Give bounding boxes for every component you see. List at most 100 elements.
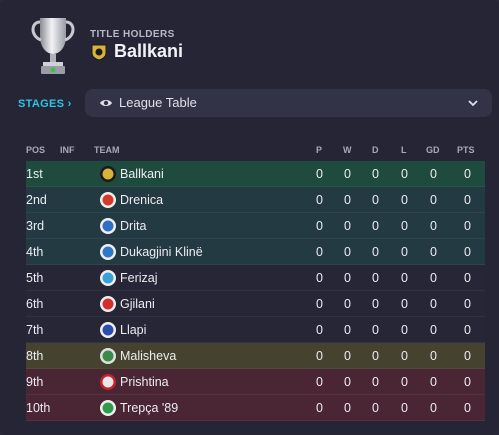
table-row[interactable]: 9th Prishtina 0 0 0 0 0 0 xyxy=(26,369,485,395)
team-badge-icon xyxy=(100,348,116,364)
team-badge-icon xyxy=(100,270,116,286)
cell-d: 0 xyxy=(372,375,379,389)
cell-p: 0 xyxy=(316,271,323,285)
team-name[interactable]: Llapi xyxy=(120,323,146,337)
cell-d: 0 xyxy=(372,219,379,233)
col-points[interactable]: PTS xyxy=(457,145,475,155)
cell-d: 0 xyxy=(372,401,379,415)
cell-pts: 0 xyxy=(464,193,471,207)
cell-gd: 0 xyxy=(430,323,437,337)
table-row[interactable]: 6th Gjilani 0 0 0 0 0 0 xyxy=(26,291,485,317)
team-name[interactable]: Dukagjini Klinë xyxy=(120,245,203,259)
chevron-down-icon xyxy=(468,100,478,107)
table-row[interactable]: 7th Llapi 0 0 0 0 0 0 xyxy=(26,317,485,343)
cell-d: 0 xyxy=(372,193,379,207)
team-badge-icon xyxy=(100,400,116,416)
col-team[interactable]: TEAM xyxy=(94,145,120,155)
cell-d: 0 xyxy=(372,349,379,363)
col-won[interactable]: W xyxy=(343,145,352,155)
cell-l: 0 xyxy=(401,219,408,233)
table-row[interactable]: 4th Dukagjini Klinë 0 0 0 0 0 0 xyxy=(26,239,485,265)
team-badge-icon xyxy=(100,166,116,182)
cell-w: 0 xyxy=(344,245,351,259)
cell-w: 0 xyxy=(344,271,351,285)
cell-w: 0 xyxy=(344,323,351,337)
table-row[interactable]: 3rd Drita 0 0 0 0 0 0 xyxy=(26,213,485,239)
team-badge-icon xyxy=(100,322,116,338)
team-name[interactable]: Ballkani xyxy=(120,167,164,181)
cell-w: 0 xyxy=(344,193,351,207)
team-name[interactable]: Ferizaj xyxy=(120,271,158,285)
cell-pos: 5th xyxy=(26,271,44,285)
league-table-rows: 1st Ballkani 0 0 0 0 0 0 2nd Drenica 0 0 0 0 0 0 3rd Drit… xyxy=(26,161,485,421)
cell-pos: 8th xyxy=(26,349,44,363)
team-name[interactable]: Drita xyxy=(120,219,146,233)
team-name[interactable]: Malisheva xyxy=(120,349,176,363)
cell-pts: 0 xyxy=(464,297,471,311)
cell-l: 0 xyxy=(401,245,408,259)
cell-pts: 0 xyxy=(464,349,471,363)
cell-d: 0 xyxy=(372,271,379,285)
cell-pos: 2nd xyxy=(26,193,47,207)
table-row[interactable]: 5th Ferizaj 0 0 0 0 0 0 xyxy=(26,265,485,291)
cell-p: 0 xyxy=(316,401,323,415)
cell-l: 0 xyxy=(401,167,408,181)
table-row[interactable]: 8th Malisheva 0 0 0 0 0 0 xyxy=(26,343,485,369)
team-badge-icon xyxy=(100,296,116,312)
cell-w: 0 xyxy=(344,219,351,233)
cell-d: 0 xyxy=(372,167,379,181)
cell-gd: 0 xyxy=(430,401,437,415)
cell-p: 0 xyxy=(316,297,323,311)
cell-pts: 0 xyxy=(464,245,471,259)
table-row[interactable]: 1st Ballkani 0 0 0 0 0 0 xyxy=(26,161,485,187)
col-lost[interactable]: L xyxy=(401,145,407,155)
col-goal-difference[interactable]: GD xyxy=(426,145,440,155)
table-row[interactable]: 2nd Drenica 0 0 0 0 0 0 xyxy=(26,187,485,213)
team-name[interactable]: Prishtina xyxy=(120,375,169,389)
cell-p: 0 xyxy=(316,323,323,337)
col-inf[interactable]: INF xyxy=(60,145,75,155)
cell-pos: 10th xyxy=(26,401,51,415)
cell-gd: 0 xyxy=(430,349,437,363)
ballkani-badge-icon xyxy=(91,44,107,61)
cell-p: 0 xyxy=(316,375,323,389)
table-row[interactable]: 10th Trepça '89 0 0 0 0 0 0 xyxy=(26,395,485,421)
cell-d: 0 xyxy=(372,323,379,337)
team-badge-icon xyxy=(100,192,116,208)
cell-pos: 7th xyxy=(26,323,44,337)
col-pos[interactable]: POS xyxy=(26,145,45,155)
eye-icon xyxy=(100,100,112,106)
title-holder-team[interactable]: Ballkani xyxy=(114,41,183,62)
cell-d: 0 xyxy=(372,245,379,259)
trophy-icon xyxy=(31,18,75,74)
cell-l: 0 xyxy=(401,323,408,337)
cell-gd: 0 xyxy=(430,271,437,285)
team-name[interactable]: Trepça '89 xyxy=(120,401,178,415)
cell-l: 0 xyxy=(401,297,408,311)
stages-link[interactable]: STAGES › xyxy=(18,98,72,110)
col-drawn[interactable]: D xyxy=(372,145,379,155)
team-name[interactable]: Drenica xyxy=(120,193,163,207)
cell-gd: 0 xyxy=(430,245,437,259)
cell-gd: 0 xyxy=(430,193,437,207)
cell-gd: 0 xyxy=(430,167,437,181)
cell-pos: 1st xyxy=(26,167,43,181)
col-played[interactable]: P xyxy=(316,145,322,155)
cell-pos: 4th xyxy=(26,245,44,259)
competition-panel: TITLE HOLDERS Ballkani STAGES › League T… xyxy=(0,0,499,435)
cell-gd: 0 xyxy=(430,297,437,311)
stage-dropdown[interactable]: League Table xyxy=(85,89,492,117)
cell-pos: 6th xyxy=(26,297,44,311)
cell-pos: 3rd xyxy=(26,219,45,233)
team-badge-icon xyxy=(100,244,116,260)
title-holders-label: TITLE HOLDERS xyxy=(90,29,175,40)
cell-p: 0 xyxy=(316,219,323,233)
team-badge-icon xyxy=(100,218,116,234)
team-name[interactable]: Gjilani xyxy=(120,297,155,311)
cell-pos: 9th xyxy=(26,375,44,389)
cell-p: 0 xyxy=(316,167,323,181)
cell-pts: 0 xyxy=(464,323,471,337)
cell-pts: 0 xyxy=(464,271,471,285)
cell-gd: 0 xyxy=(430,375,437,389)
cell-p: 0 xyxy=(316,245,323,259)
